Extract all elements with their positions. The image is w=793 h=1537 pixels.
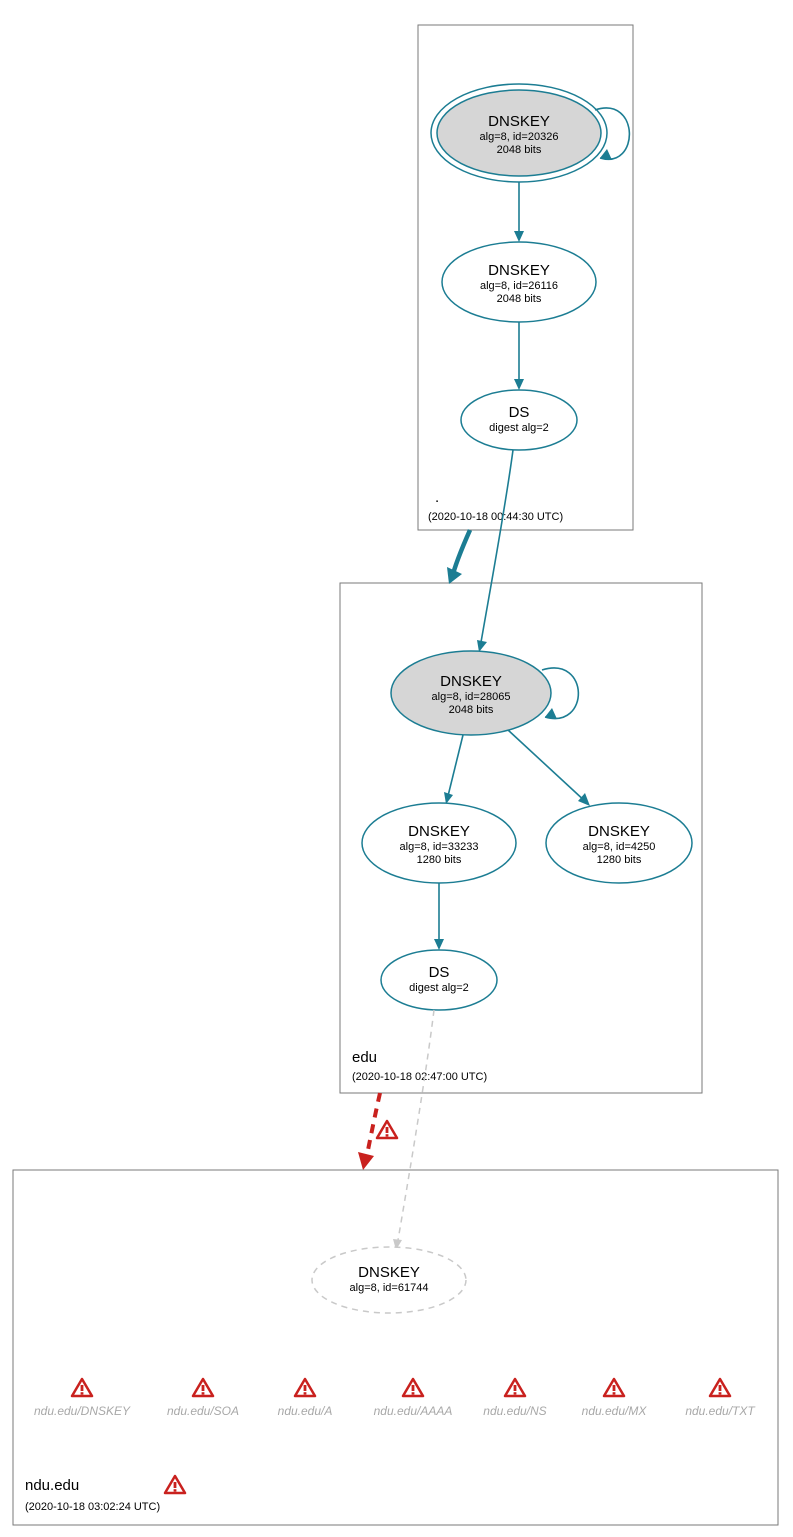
zone-box-ndu [13, 1170, 778, 1525]
svg-text:2048 bits: 2048 bits [449, 704, 494, 716]
node-ndu-dnskey: DNSKEY alg=8, id=61744 [312, 1247, 466, 1313]
warn-zone-ndu [165, 1476, 185, 1493]
edge-edu-ds-ndu-key [397, 1010, 434, 1246]
svg-text:2048 bits: 2048 bits [497, 144, 542, 156]
svg-text:ndu.edu/TXT: ndu.edu/TXT [685, 1404, 756, 1418]
svg-text:alg=8, id=61744: alg=8, id=61744 [350, 1282, 429, 1294]
svg-text:DS: DS [509, 404, 530, 421]
node-root-ds: DS digest alg=2 [461, 390, 577, 450]
node-root-ksk: DNSKEY alg=8, id=20326 2048 bits [431, 84, 607, 182]
node-edu-ds: DS digest alg=2 [381, 950, 497, 1010]
svg-text:alg=8, id=4250: alg=8, id=4250 [583, 841, 656, 853]
edge-delegation-edu-ndu-error [366, 1093, 380, 1160]
svg-text:DNSKEY: DNSKEY [358, 1264, 420, 1281]
node-edu-zsk2: DNSKEY alg=8, id=4250 1280 bits [546, 803, 692, 883]
svg-text:alg=8, id=26116: alg=8, id=26116 [480, 280, 558, 292]
rrset-row: ndu.edu/DNSKEY ndu.edu/SOA ndu.edu/A ndu… [34, 1379, 756, 1418]
node-edu-ksk: DNSKEY alg=8, id=28065 2048 bits [391, 651, 551, 735]
svg-text:2048 bits: 2048 bits [497, 293, 542, 305]
zone-time-root: (2020-10-18 00:44:30 UTC) [428, 511, 563, 523]
node-root-zsk: DNSKEY alg=8, id=26116 2048 bits [442, 242, 596, 322]
svg-text:DNSKEY: DNSKEY [440, 673, 502, 690]
svg-text:digest alg=2: digest alg=2 [489, 422, 549, 434]
edge-edu-ksk-zsk2 [508, 730, 587, 803]
zone-label-root: . [435, 489, 439, 506]
svg-text:alg=8, id=28065: alg=8, id=28065 [432, 691, 511, 703]
svg-text:1280 bits: 1280 bits [597, 854, 642, 866]
svg-text:alg=8, id=33233: alg=8, id=33233 [400, 841, 479, 853]
warn-delegation-edu-ndu [377, 1121, 397, 1138]
svg-text:DNSKEY: DNSKEY [588, 823, 650, 840]
svg-text:ndu.edu/NS: ndu.edu/NS [483, 1404, 546, 1418]
svg-text:DNSKEY: DNSKEY [488, 113, 550, 130]
svg-text:ndu.edu/DNSKEY: ndu.edu/DNSKEY [34, 1404, 131, 1418]
zone-label-edu: edu [352, 1049, 377, 1066]
edge-root-ds-edu-ksk [480, 450, 513, 648]
node-edu-zsk1: DNSKEY alg=8, id=33233 1280 bits [362, 803, 516, 883]
svg-text:DNSKEY: DNSKEY [408, 823, 470, 840]
svg-text:alg=8, id=20326: alg=8, id=20326 [480, 131, 559, 143]
svg-text:DS: DS [429, 964, 450, 981]
svg-text:ndu.edu/SOA: ndu.edu/SOA [167, 1404, 239, 1418]
zone-label-ndu: ndu.edu [25, 1477, 79, 1494]
svg-text:digest alg=2: digest alg=2 [409, 982, 469, 994]
svg-text:ndu.edu/AAAA: ndu.edu/AAAA [374, 1404, 453, 1418]
edge-edu-ksk-zsk1 [447, 735, 463, 800]
zone-time-edu: (2020-10-18 02:47:00 UTC) [352, 1071, 487, 1083]
svg-text:ndu.edu/MX: ndu.edu/MX [582, 1404, 648, 1418]
svg-text:DNSKEY: DNSKEY [488, 262, 550, 279]
svg-text:1280 bits: 1280 bits [417, 854, 462, 866]
zone-time-ndu: (2020-10-18 03:02:24 UTC) [25, 1501, 160, 1513]
svg-text:ndu.edu/A: ndu.edu/A [278, 1404, 333, 1418]
dnssec-diagram: . (2020-10-18 00:44:30 UTC) DNSKEY alg=8… [0, 0, 793, 1537]
